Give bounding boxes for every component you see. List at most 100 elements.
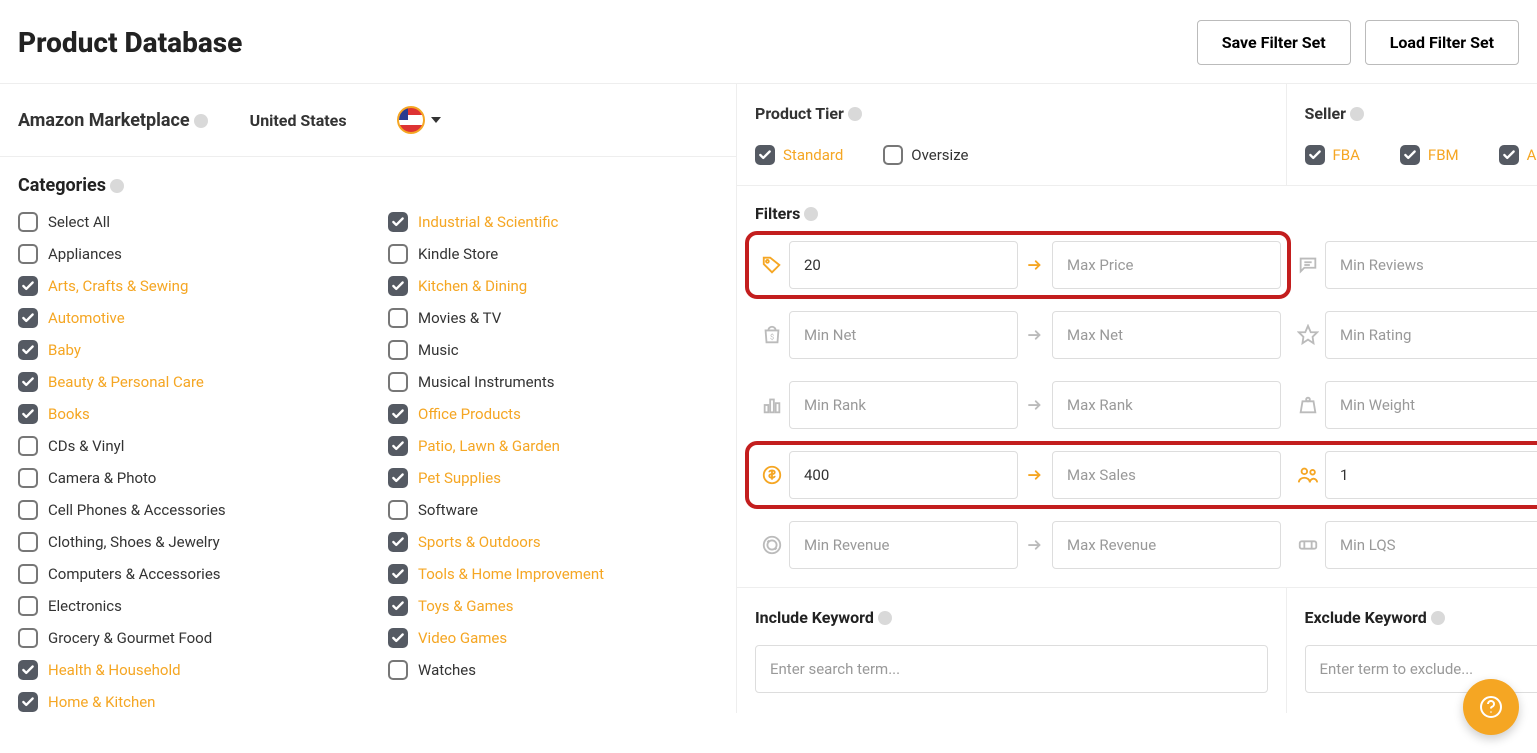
filter-chat-min-input[interactable] <box>1325 241 1537 289</box>
category-item-8[interactable]: Camera & Photo <box>18 468 348 488</box>
include-keyword-input[interactable] <box>755 645 1268 693</box>
filter-revenue-min-input[interactable] <box>789 521 1018 569</box>
seller-item-2[interactable]: Amazon <box>1499 145 1537 165</box>
checkbox[interactable] <box>388 340 408 360</box>
checkbox[interactable] <box>388 404 408 424</box>
checkbox-label: Clothing, Shoes & Jewelry <box>48 533 220 551</box>
checkbox[interactable] <box>1499 145 1519 165</box>
checkbox[interactable] <box>388 212 408 232</box>
checkbox[interactable] <box>18 628 38 648</box>
category-item-9[interactable]: Cell Phones & Accessories <box>18 500 348 520</box>
category-item-6[interactable]: Books <box>18 404 348 424</box>
filter-lqs-min-input[interactable] <box>1325 521 1537 569</box>
checkbox[interactable] <box>18 372 38 392</box>
info-icon <box>878 611 892 625</box>
filter-dollar-max-input[interactable] <box>1052 451 1281 499</box>
category-item-1[interactable]: Appliances <box>18 244 348 264</box>
checkbox-label: FBA <box>1333 146 1360 164</box>
filter-bag-max-input[interactable] <box>1052 311 1281 359</box>
filter-star-min-input[interactable] <box>1325 311 1537 359</box>
category-item2-7[interactable]: Patio, Lawn & Garden <box>388 436 718 456</box>
category-item2-4[interactable]: Music <box>388 340 718 360</box>
category-item-0[interactable]: Select All <box>18 212 348 232</box>
checkbox[interactable] <box>18 532 38 552</box>
category-item2-10[interactable]: Sports & Outdoors <box>388 532 718 552</box>
category-item2-0[interactable]: Industrial & Scientific <box>388 212 718 232</box>
checkbox[interactable] <box>388 660 408 680</box>
checkbox[interactable] <box>388 628 408 648</box>
category-item-3[interactable]: Automotive <box>18 308 348 328</box>
category-item2-12[interactable]: Toys & Games <box>388 596 718 616</box>
product-tier-item-1[interactable]: Oversize <box>883 145 968 165</box>
filter-tag-max-input[interactable] <box>1052 241 1281 289</box>
filter-revenue-max-input[interactable] <box>1052 521 1281 569</box>
checkbox[interactable] <box>1400 145 1420 165</box>
checkbox[interactable] <box>18 692 38 712</box>
category-item-5[interactable]: Beauty & Personal Care <box>18 372 348 392</box>
load-filter-button[interactable]: Load Filter Set <box>1365 20 1519 65</box>
category-item2-8[interactable]: Pet Supplies <box>388 468 718 488</box>
category-item-12[interactable]: Electronics <box>18 596 348 616</box>
category-item-10[interactable]: Clothing, Shoes & Jewelry <box>18 532 348 552</box>
category-item-15[interactable]: Home & Kitchen <box>18 692 348 712</box>
checkbox[interactable] <box>388 596 408 616</box>
checkbox-label: Home & Kitchen <box>48 693 155 711</box>
seller-item-0[interactable]: FBA <box>1305 145 1360 165</box>
marketplace-selector[interactable] <box>397 106 441 134</box>
checkbox[interactable] <box>18 436 38 456</box>
checkbox[interactable] <box>388 372 408 392</box>
checkbox[interactable] <box>18 404 38 424</box>
help-button[interactable] <box>1463 679 1519 735</box>
category-item2-13[interactable]: Video Games <box>388 628 718 648</box>
category-item-14[interactable]: Health & Household <box>18 660 348 680</box>
category-item2-14[interactable]: Watches <box>388 660 718 680</box>
checkbox[interactable] <box>18 468 38 488</box>
filter-sellers-min-input[interactable] <box>1325 451 1537 499</box>
filter-bag-min-input[interactable] <box>789 311 1018 359</box>
category-item2-9[interactable]: Software <box>388 500 718 520</box>
category-item2-6[interactable]: Office Products <box>388 404 718 424</box>
filter-rank-max-input[interactable] <box>1052 381 1281 429</box>
filter-star <box>1291 311 1537 359</box>
checkbox[interactable] <box>388 468 408 488</box>
checkbox[interactable] <box>18 276 38 296</box>
checkbox[interactable] <box>388 532 408 552</box>
checkbox[interactable] <box>388 436 408 456</box>
filter-weight-min-input[interactable] <box>1325 381 1537 429</box>
checkbox[interactable] <box>388 308 408 328</box>
category-item2-1[interactable]: Kindle Store <box>388 244 718 264</box>
checkbox[interactable] <box>388 500 408 520</box>
checkbox[interactable] <box>18 564 38 584</box>
category-item-4[interactable]: Baby <box>18 340 348 360</box>
category-item-13[interactable]: Grocery & Gourmet Food <box>18 628 348 648</box>
filter-rank-min-input[interactable] <box>789 381 1018 429</box>
checkbox[interactable] <box>18 596 38 616</box>
checkbox[interactable] <box>388 564 408 584</box>
checkbox[interactable] <box>755 145 775 165</box>
seller-item-1[interactable]: FBM <box>1400 145 1459 165</box>
category-item2-3[interactable]: Movies & TV <box>388 308 718 328</box>
category-item-7[interactable]: CDs & Vinyl <box>18 436 348 456</box>
checkbox[interactable] <box>388 276 408 296</box>
category-item-11[interactable]: Computers & Accessories <box>18 564 348 584</box>
product-tier-section: Product Tier StandardOversize <box>737 84 1286 185</box>
checkbox[interactable] <box>1305 145 1325 165</box>
category-item2-5[interactable]: Musical Instruments <box>388 372 718 392</box>
category-item2-2[interactable]: Kitchen & Dining <box>388 276 718 296</box>
checkbox[interactable] <box>388 244 408 264</box>
checkbox[interactable] <box>18 660 38 680</box>
info-icon <box>194 114 208 128</box>
category-item-2[interactable]: Arts, Crafts & Sewing <box>18 276 348 296</box>
checkbox-label: FBM <box>1428 146 1459 164</box>
checkbox[interactable] <box>18 340 38 360</box>
filter-dollar-min-input[interactable] <box>789 451 1018 499</box>
filter-tag-min-input[interactable] <box>789 241 1018 289</box>
checkbox[interactable] <box>18 244 38 264</box>
product-tier-item-0[interactable]: Standard <box>755 145 843 165</box>
checkbox[interactable] <box>18 212 38 232</box>
checkbox[interactable] <box>18 500 38 520</box>
save-filter-button[interactable]: Save Filter Set <box>1197 20 1351 65</box>
checkbox[interactable] <box>18 308 38 328</box>
checkbox[interactable] <box>883 145 903 165</box>
category-item2-11[interactable]: Tools & Home Improvement <box>388 564 718 584</box>
